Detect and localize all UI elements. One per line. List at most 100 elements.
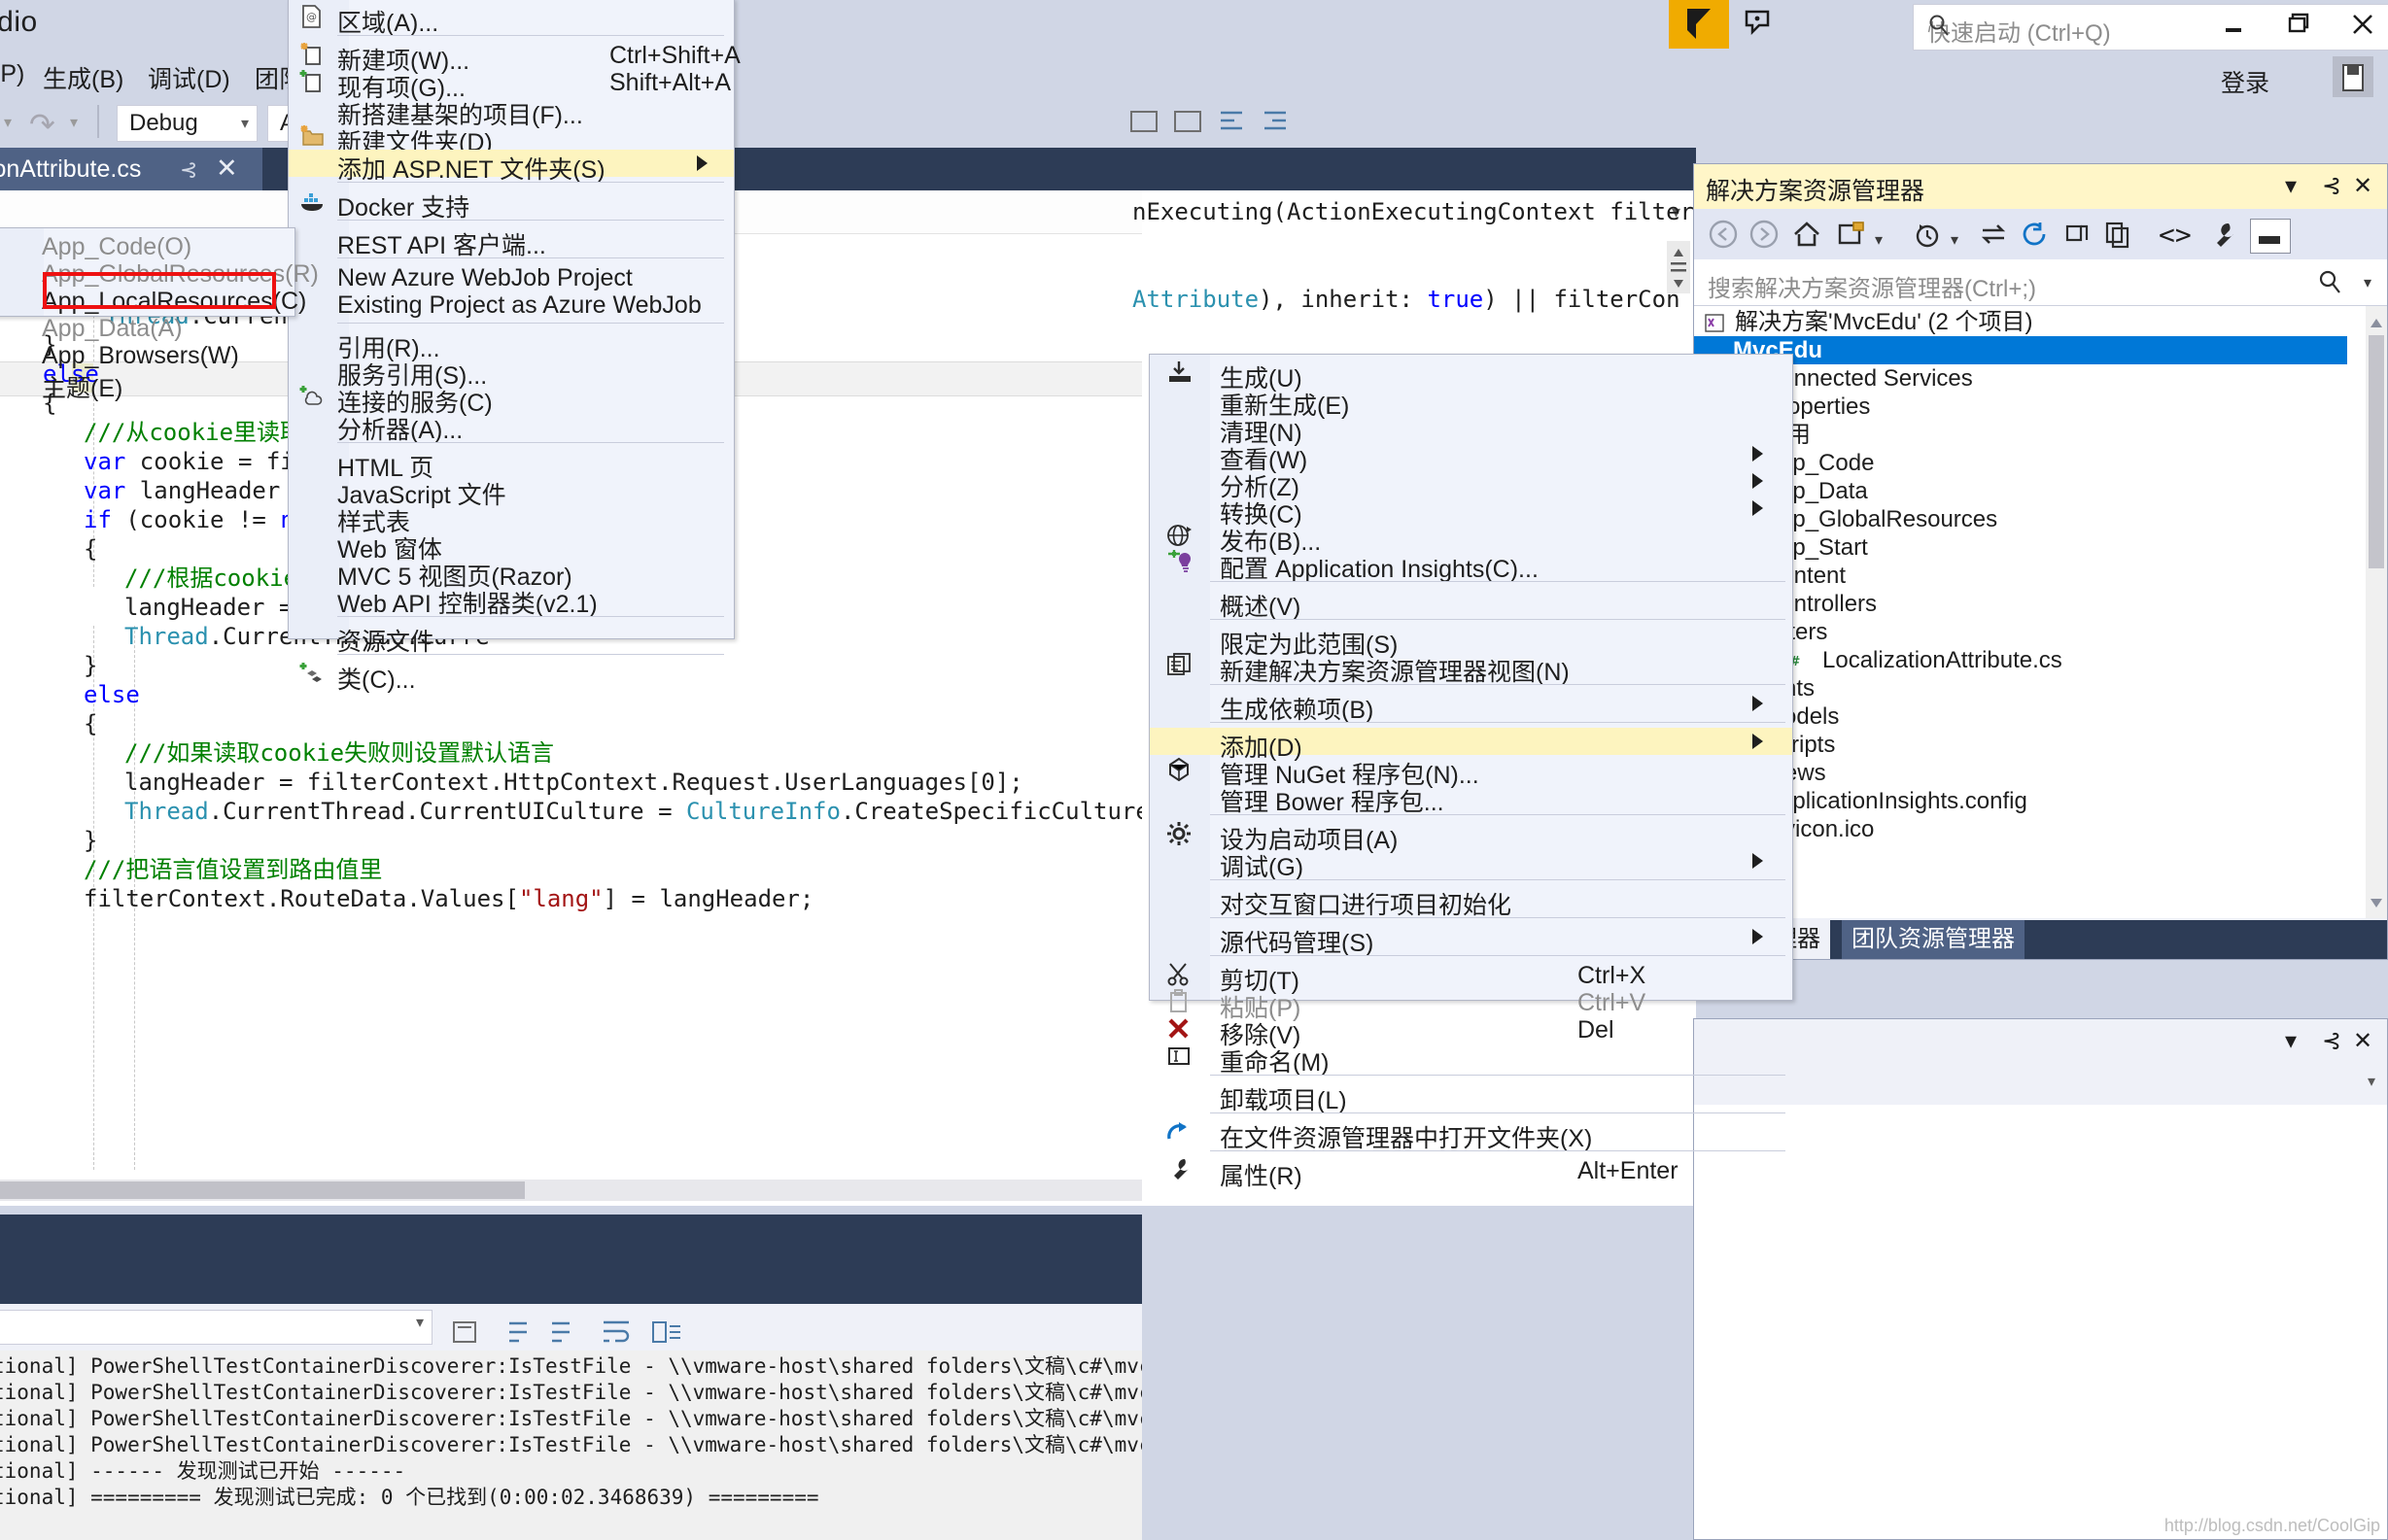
menu-item[interactable]: 限定为此范围(S) (1150, 625, 1792, 659)
feedback-icon[interactable] (1745, 10, 1778, 39)
menu-item[interactable]: 资源文件 (289, 622, 734, 656)
menu-item[interactable]: 移除(V) Del (1150, 1015, 1792, 1049)
save-all-button[interactable] (2333, 56, 2373, 99)
uncomment-selection-icon[interactable] (1171, 107, 1204, 142)
menu-item[interactable]: @ 区域(A)... (289, 3, 734, 37)
menu-item[interactable]: 引用(R)... (289, 328, 734, 362)
undo-dropdown-arrow[interactable]: ▾ (4, 113, 12, 132)
solution-explorer-search-input[interactable]: 搜索解决方案资源管理器(Ctrl+;) ▾ (1694, 259, 2387, 306)
menu-item[interactable]: 生成(U) (1150, 359, 1792, 393)
pin-icon[interactable]: ⊰ (180, 157, 197, 183)
chevron-down-icon[interactable]: ▾ (2285, 172, 2297, 200)
menu-item[interactable]: 调试(G) (1150, 847, 1792, 881)
menu-item[interactable]: 连接的服务(C) (289, 383, 734, 417)
minimize-button[interactable] (2211, 8, 2256, 41)
back-icon[interactable] (1708, 219, 1739, 256)
pin-icon[interactable]: ⊰ (2322, 172, 2341, 200)
close-button[interactable] (2340, 8, 2385, 41)
menu-item[interactable]: Docker 支持 (289, 188, 734, 222)
clear-all-icon[interactable] (449, 1318, 482, 1352)
scrollbar-thumb[interactable] (0, 1181, 525, 1199)
editor-tab-localizationattribute[interactable]: tionAttribute.cs ⊰ ✕ (0, 148, 262, 190)
menu-project[interactable]: (P) (0, 60, 24, 88)
menu-item[interactable]: 设为启动项目(A) (1150, 820, 1792, 854)
chevron-down-icon[interactable]: ▾ (2285, 1027, 2297, 1055)
context-menu-add[interactable]: @ 区域(A)... 新建项(W)... Ctrl+Shift+A 现有项(G)... S… (288, 0, 741, 694)
menu-item[interactable]: 配置 Application Insights(C)... (1150, 549, 1792, 583)
properties-grid[interactable] (1694, 1105, 2387, 1539)
search-icon[interactable] (2317, 269, 2342, 300)
scroll-up-arrow-icon[interactable] (2370, 310, 2383, 335)
view-code-icon[interactable]: <> (2159, 219, 2192, 251)
menu-item[interactable]: 卸载项目(L) (1150, 1080, 1792, 1114)
menu-item[interactable]: 重命名(M) (1150, 1043, 1792, 1077)
redo-icon[interactable]: ↷ (29, 106, 55, 143)
scrollbar-thumb[interactable] (2369, 335, 2384, 568)
menu-item[interactable]: Web API 控制器类(v2.1) (289, 584, 734, 618)
go-to-next-icon[interactable] (544, 1318, 577, 1352)
decrease-indent-icon[interactable] (1259, 107, 1292, 142)
chevron-down-icon[interactable]: ▾ (2364, 273, 2371, 292)
output-settings-icon[interactable] (649, 1318, 684, 1352)
menu-item[interactable]: 样式表 (289, 502, 734, 536)
menu-item[interactable]: Web 窗体 (289, 530, 734, 564)
menu-item[interactable]: 分析器(A)... (289, 410, 734, 444)
menu-item[interactable]: 源代码管理(S) (1150, 923, 1792, 957)
pending-changes-icon[interactable] (1912, 219, 1943, 256)
solution-explorer-tree[interactable]: 解决方案'MvcEdu' (2 个项目) MvcEdu Connected Serv… (1694, 306, 2387, 918)
menu-item[interactable]: 分析(Z) (1150, 467, 1792, 501)
menu-item[interactable]: 类(C)... (289, 660, 734, 694)
refresh-icon[interactable] (2019, 219, 2050, 256)
solution-explorer-item[interactable]: 解决方案'MvcEdu' (2 个项目) (1694, 308, 2347, 336)
menu-item[interactable]: Existing Project as Azure WebJob (289, 291, 734, 319)
preview-selected-items-icon[interactable] (2250, 219, 2291, 254)
menu-item[interactable]: 对交互窗口进行项目初始化 (1150, 885, 1792, 919)
properties-object-combo[interactable]: ▾ (1694, 1064, 2387, 1106)
chevron-down-icon[interactable]: ▾ (1951, 230, 1958, 250)
menu-item[interactable]: App_Browsers(W) (0, 341, 294, 369)
solution-view-icon[interactable] (1836, 219, 1867, 256)
redo-dropdown-arrow[interactable]: ▾ (70, 113, 78, 132)
menu-item[interactable]: 管理 Bower 程序包... (1150, 782, 1792, 816)
menu-item[interactable]: 管理 NuGet 程序包(N)... (1150, 755, 1792, 789)
menu-item[interactable]: 清理(N) (1150, 413, 1792, 447)
menu-item[interactable]: 重新生成(E) (1150, 386, 1792, 420)
menu-item[interactable]: 服务引用(S)... (289, 356, 734, 390)
scroll-down-arrow-icon[interactable] (2370, 889, 2383, 914)
menu-item[interactable]: 属性(R) Alt+Enter (1150, 1156, 1792, 1190)
menu-item[interactable]: 主题(E) (0, 368, 294, 402)
menu-item[interactable]: 新建文件夹(D) (289, 122, 734, 156)
comment-selection-icon[interactable] (1127, 107, 1160, 142)
close-icon[interactable]: ✕ (216, 154, 238, 184)
menu-item[interactable]: 新搭建基架的项目(F)... (289, 95, 734, 129)
sync-icon[interactable] (1978, 219, 2009, 256)
menu-item[interactable]: 查看(W) (1150, 440, 1792, 474)
menu-item[interactable]: HTML 页 (289, 448, 734, 482)
menu-build[interactable]: 生成(B) (43, 60, 123, 95)
menu-item[interactable]: 现有项(G)... Shift+Alt+A (289, 68, 734, 102)
restore-button[interactable] (2274, 8, 2319, 41)
tab-team-explorer[interactable]: 团队资源管理器 (1842, 920, 2025, 959)
solution-configuration-combo[interactable]: Debug ▾ (117, 105, 258, 142)
sign-in-button[interactable]: 登录 (2221, 64, 2269, 99)
home-icon[interactable] (1791, 219, 1822, 256)
properties-icon[interactable] (2207, 219, 2238, 256)
menu-item[interactable]: 添加(D) (1150, 728, 1792, 762)
menu-item[interactable]: 生成依赖项(B) (1150, 690, 1792, 724)
menu-item[interactable]: New Azure WebJob Project (289, 263, 734, 291)
menu-item[interactable]: 概述(V) (1150, 587, 1792, 621)
toggle-word-wrap-icon[interactable] (599, 1318, 634, 1352)
go-to-previous-icon[interactable] (502, 1318, 535, 1352)
menu-item[interactable]: REST API 客户端... (289, 225, 734, 259)
pin-icon[interactable]: ⊰ (2322, 1027, 2341, 1055)
menu-item[interactable]: 在文件资源管理器中打开文件夹(X) (1150, 1118, 1792, 1152)
increase-indent-icon[interactable] (1215, 107, 1248, 142)
context-menu-project[interactable]: 生成(U) 重新生成(E) 清理(N) 查看(W) 分析(Z) 转换(C) 发布(B)...… (1149, 354, 1793, 1190)
output-source-combo[interactable]: ▾ (0, 1310, 433, 1345)
close-icon[interactable]: ✕ (2353, 1027, 2372, 1055)
menu-item[interactable]: 新建解决方案资源管理器视图(N) (1150, 652, 1792, 686)
solution-explorer-scrollbar[interactable] (2366, 306, 2387, 918)
chevron-down-icon[interactable]: ▾ (1875, 230, 1883, 250)
menu-item[interactable]: 剪切(T) Ctrl+X (1150, 961, 1792, 995)
close-icon[interactable]: ✕ (2353, 172, 2372, 200)
